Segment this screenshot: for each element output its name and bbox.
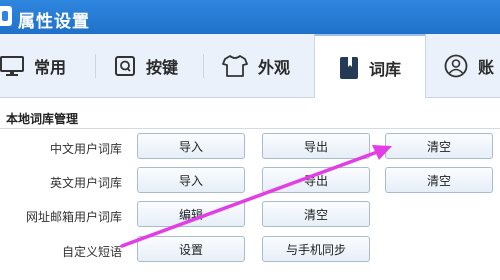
book-icon — [339, 56, 359, 80]
custom-phrase-settings-button[interactable]: 设置 — [137, 236, 245, 262]
tab-keys[interactable]: 按键 — [114, 34, 194, 98]
keyboard-q-icon — [114, 55, 136, 77]
tab-keys-label: 按键 — [146, 58, 179, 77]
row-label-english: 英文用户词库 — [49, 176, 122, 190]
tab-general-label: 常用 — [34, 58, 67, 77]
tshirt-icon — [222, 55, 248, 77]
row-label-chinese: 中文用户词库 — [49, 142, 122, 156]
tab-divider — [95, 54, 96, 78]
phone-sync-button[interactable]: 与手机同步 — [262, 236, 370, 262]
monitor-icon — [0, 55, 24, 77]
section-title: 本地词库管理 — [6, 112, 79, 126]
title-bar: 属性设置 — [0, 0, 500, 34]
tab-lexicon[interactable]: 词库 — [314, 34, 426, 99]
tab-general[interactable]: 常用 — [0, 34, 80, 98]
section-divider — [0, 128, 500, 129]
tab-lexicon-label: 词库 — [368, 59, 401, 79]
app-logo-icon — [0, 6, 12, 26]
chinese-import-button[interactable]: 导入 — [137, 133, 245, 159]
tab-bar: 常用 按键 外观 词库 账 — [0, 34, 500, 99]
row-label-url-email: 网址邮箱用户词库 — [25, 210, 122, 224]
user-icon — [444, 54, 468, 78]
lexicon-panel: 本地词库管理 中文用户词库 导入 导出 清空 英文用户词库 导入 导出 清空 网… — [0, 98, 500, 280]
tab-account-label: 账 — [478, 58, 495, 77]
url-email-edit-button[interactable]: 编辑 — [137, 201, 245, 227]
tab-appearance-label: 外观 — [258, 58, 291, 77]
url-email-clear-button[interactable]: 清空 — [262, 201, 370, 227]
row-label-custom-phrase: 自定义短语 — [61, 245, 122, 259]
english-clear-button[interactable]: 清空 — [385, 167, 493, 193]
chinese-clear-button[interactable]: 清空 — [385, 133, 493, 159]
chinese-export-button[interactable]: 导出 — [262, 133, 370, 159]
tab-appearance[interactable]: 外观 — [222, 34, 302, 98]
english-export-button[interactable]: 导出 — [262, 167, 370, 193]
tab-divider — [203, 54, 204, 78]
tab-account[interactable]: 账 — [444, 34, 500, 98]
window-title: 属性设置 — [18, 12, 90, 32]
english-import-button[interactable]: 导入 — [137, 167, 245, 193]
